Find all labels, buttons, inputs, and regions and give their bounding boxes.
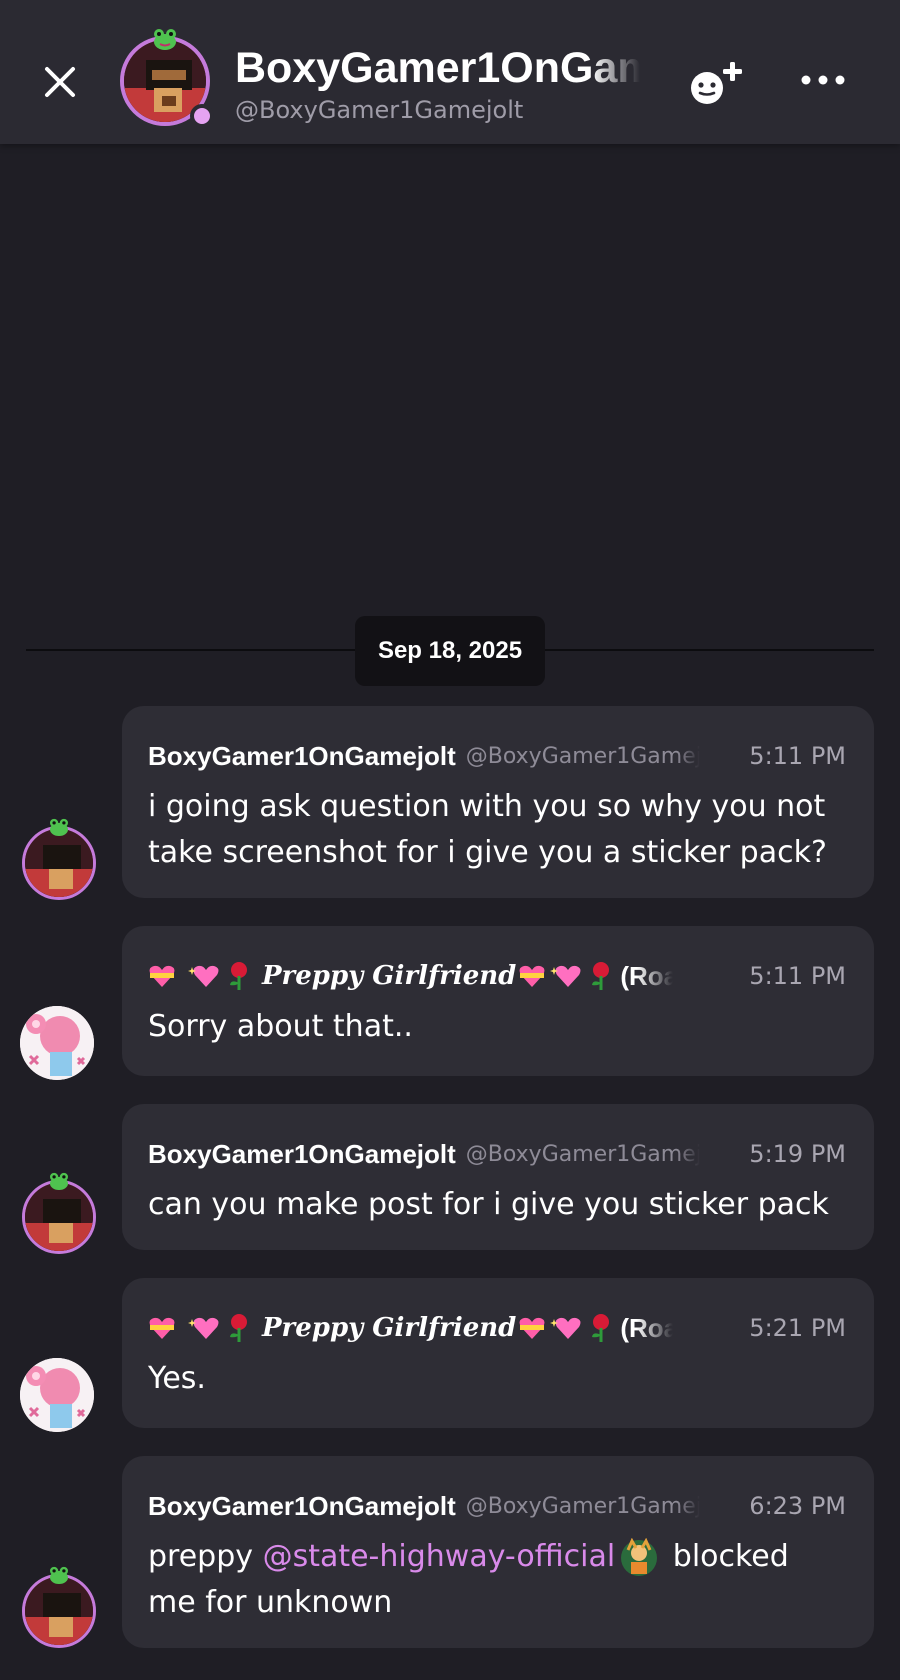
sender-name[interactable]: BoxyGamer1OnGamejolt	[148, 1491, 456, 1522]
rose-icon	[592, 1314, 610, 1342]
sparkling-heart-icon	[188, 1317, 219, 1339]
add-friend-button[interactable]	[688, 58, 748, 108]
user-mention-link[interactable]: @state-highway-official	[263, 1539, 616, 1574]
date-divider: Sep 18, 2025	[355, 616, 545, 686]
sender-handle: @BoxyGamer1Gamejolt	[465, 1141, 700, 1167]
message-text: Yes.	[148, 1361, 206, 1396]
sender-handle: @BoxyGamer1Gamejolt	[465, 1493, 700, 1519]
sparkling-heart-icon	[550, 965, 581, 987]
header-avatar[interactable]	[120, 29, 214, 128]
rose-icon	[230, 962, 247, 990]
sender-avatar[interactable]	[22, 818, 96, 900]
sparkling-heart-icon	[550, 1317, 581, 1339]
heart-ribbon-icon	[149, 1317, 175, 1339]
message-text: can you make post for i give you sticker…	[148, 1187, 829, 1222]
message-card[interactable]: BoxyGamer1OnGamejolt @BoxyGamer1Gamejolt…	[122, 1456, 874, 1648]
frog-badge-icon	[154, 29, 176, 50]
message-text: Sorry about that..	[148, 1009, 413, 1044]
message-time: 5:21 PM	[749, 1314, 846, 1342]
rose-icon	[230, 1314, 247, 1342]
sender-avatar[interactable]	[20, 1358, 94, 1432]
message-text: preppy @state-highway-official blocked m…	[148, 1537, 789, 1620]
message-time: 5:11 PM	[749, 742, 846, 770]
message-card[interactable]: BoxyGamer1OnGamejolt @BoxyGamer1Gamejolt…	[122, 706, 874, 898]
sender-name[interactable]: BoxyGamer1OnGamejolt	[148, 1139, 456, 1170]
chat-header: BoxyGamer1OnGamejolt @BoxyGamer1Gamejolt	[0, 0, 900, 144]
frog-badge-icon	[50, 1566, 68, 1584]
close-button[interactable]	[38, 60, 82, 104]
sender-avatar[interactable]	[20, 1006, 94, 1080]
message-card[interactable]: Preppy Girlfriend (Roa 5:21 PM Yes.	[122, 1278, 874, 1428]
message-card[interactable]: Preppy Girlfriend (Roa 5:11 PM Sorry abo…	[122, 926, 874, 1076]
sender-name[interactable]: BoxyGamer1OnGamejolt	[148, 741, 456, 772]
online-status-dot	[190, 104, 214, 128]
sender-name[interactable]: Preppy Girlfriend (Roa	[148, 1313, 673, 1344]
frog-badge-icon	[50, 1172, 68, 1190]
message-time: 5:19 PM	[749, 1140, 846, 1168]
add-friend-icon	[691, 62, 742, 104]
message-text: i going ask question with you so why you…	[148, 789, 827, 870]
message-card[interactable]: BoxyGamer1OnGamejolt @BoxyGamer1Gamejolt…	[122, 1104, 874, 1250]
close-icon	[45, 67, 75, 97]
message-time: 6:23 PM	[749, 1492, 846, 1520]
heart-ribbon-icon	[149, 965, 175, 987]
mention-avatar-icon	[621, 1537, 658, 1576]
chat-title[interactable]: BoxyGamer1OnGamejolt	[235, 44, 640, 93]
heart-ribbon-icon	[519, 1317, 545, 1339]
sender-name[interactable]: Preppy Girlfriend (Roa	[148, 961, 673, 992]
message-time: 5:11 PM	[749, 962, 846, 990]
sender-handle: @BoxyGamer1Gamejolt	[465, 743, 700, 769]
sender-avatar[interactable]	[22, 1566, 96, 1648]
more-icon	[801, 75, 845, 85]
sender-avatar[interactable]	[22, 1172, 96, 1254]
sparkling-heart-icon	[188, 965, 219, 987]
heart-ribbon-icon	[519, 965, 545, 987]
chat-handle: @BoxyGamer1Gamejolt	[235, 96, 524, 124]
more-options-button[interactable]	[798, 60, 848, 100]
frog-badge-icon	[50, 818, 68, 836]
rose-icon	[592, 962, 610, 990]
